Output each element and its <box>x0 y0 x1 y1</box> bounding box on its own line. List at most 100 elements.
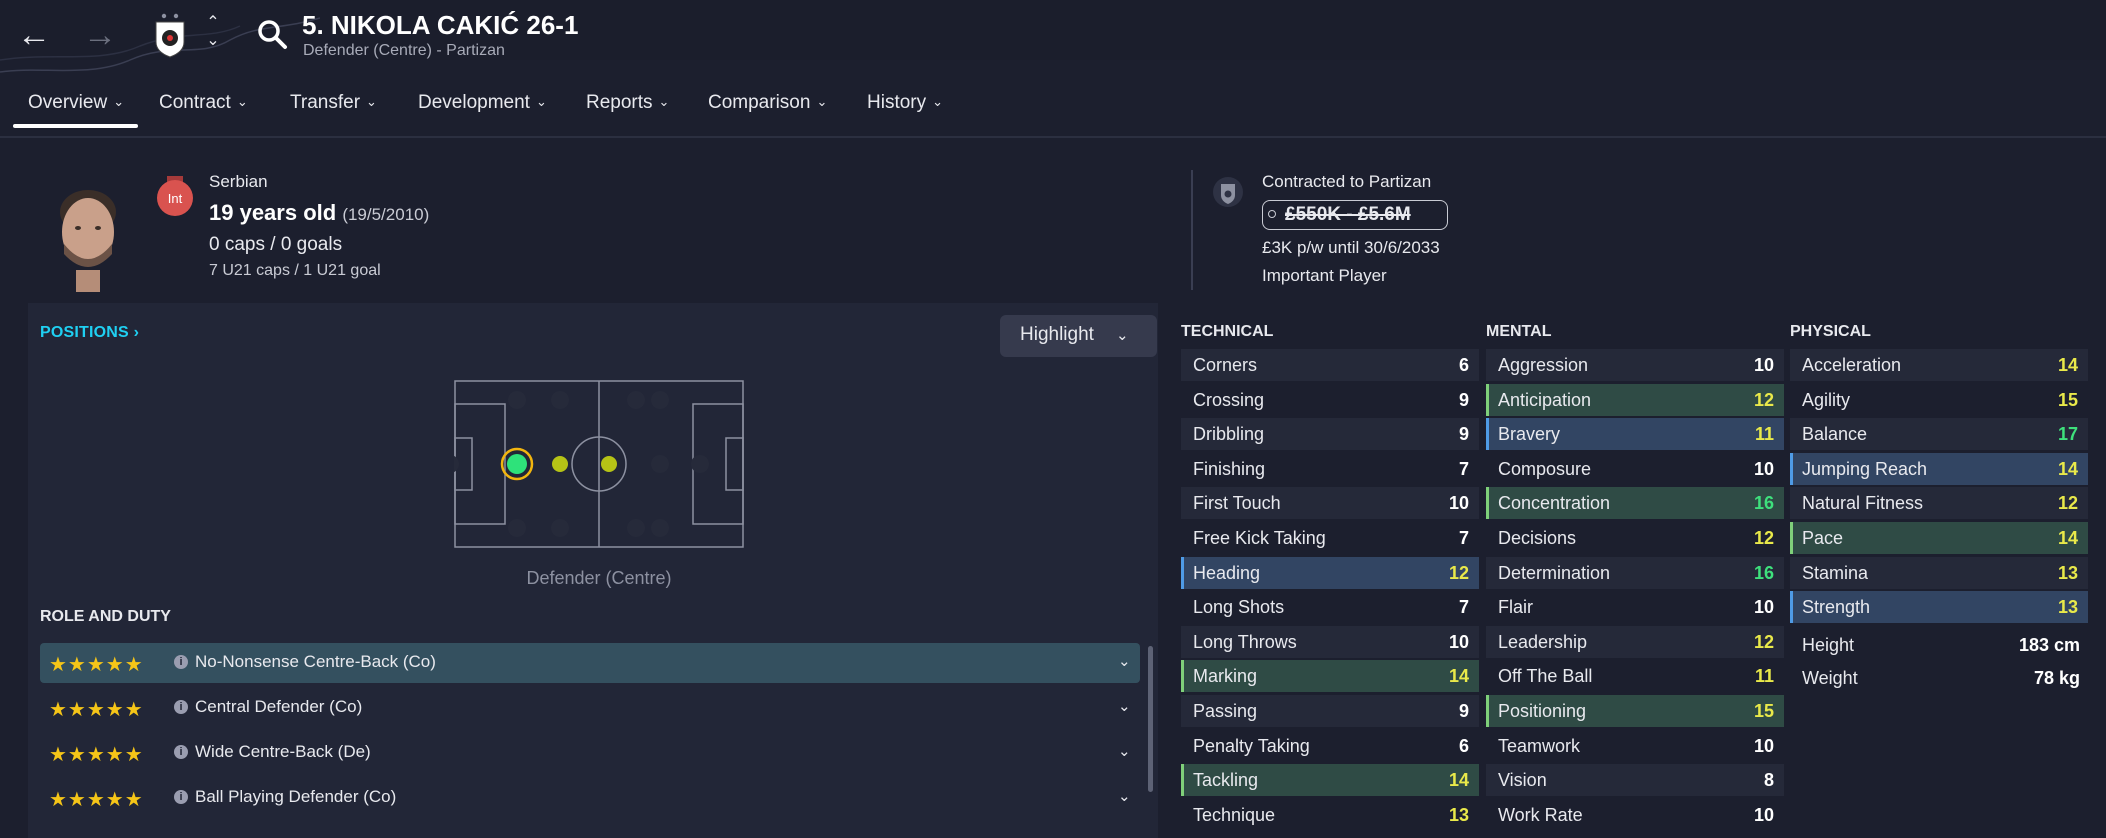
attribute-row-heading[interactable]: Heading 12 <box>1181 556 1479 589</box>
attribute-value: 14 <box>2057 528 2078 548</box>
attribute-value: 10 <box>1753 597 1774 618</box>
attribute-value: 17 <box>2057 424 2078 445</box>
attribute-value: 15 <box>1753 701 1774 721</box>
tab-transfer[interactable]: Transfer ⌄ <box>290 92 377 114</box>
attribute-value: 10 <box>1448 631 1469 652</box>
attribute-row-crossing[interactable]: Crossing 9 <box>1181 384 1479 416</box>
attribute-row-strength[interactable]: Strength 13 <box>1790 591 2088 624</box>
attribute-name: Flair <box>1498 597 1533 618</box>
info-icon[interactable]: i <box>174 745 188 759</box>
attribute-row-marking[interactable]: Marking 14 <box>1181 660 1479 693</box>
attribute-row-long-throws[interactable]: Long Throws 10 <box>1181 625 1479 658</box>
chevron-down-icon: ⌄ <box>816 94 828 109</box>
highlight-dropdown[interactable]: Highlight ⌄ <box>1000 315 1157 357</box>
attribute-row-anticipation[interactable]: Anticipation 12 <box>1486 383 1784 416</box>
age: 19 years old <box>209 200 337 225</box>
attribute-row-jumping-reach[interactable]: Jumping Reach 14 <box>1790 452 2088 485</box>
nationality: Serbian <box>209 172 268 191</box>
role-row[interactable]: ★★★★★ i Central Defender (Co) ⌄ <box>40 688 1140 728</box>
height-label: Height <box>1802 635 1855 655</box>
attribute-value: 10 <box>1448 493 1469 514</box>
weight-label: Weight <box>1802 668 1858 688</box>
attribute-row-stamina[interactable]: Stamina 13 <box>1790 556 2088 589</box>
attribute-name: Composure <box>1498 458 1592 479</box>
attribute-value: 14 <box>2057 355 2078 375</box>
chevron-down-icon[interactable]: ⌄ <box>1118 697 1131 715</box>
chevron-down-icon[interactable]: ⌄ <box>1118 652 1131 670</box>
forward-arrow-icon[interactable]: → <box>80 16 120 56</box>
squad-status: Important Player <box>1262 266 1387 285</box>
attribute-name: Finishing <box>1193 458 1266 479</box>
attribute-row-determination[interactable]: Determination 16 <box>1486 556 1784 589</box>
info-icon[interactable]: i <box>174 700 188 714</box>
attribute-row-bravery[interactable]: Bravery 11 <box>1486 418 1784 451</box>
chevron-down-icon[interactable]: ⌄ <box>1118 787 1131 805</box>
role-row[interactable]: ★★★★★ i Ball Playing Defender (Co) ⌄ <box>40 778 1140 818</box>
attribute-value: 9 <box>1458 424 1469 445</box>
role-rating-stars: ★★★★★ <box>49 744 144 766</box>
attribute-row-technique[interactable]: Technique 13 <box>1181 799 1479 831</box>
tab-comparison[interactable]: Comparison ⌄ <box>708 92 827 114</box>
attribute-row-passing[interactable]: Passing 9 <box>1181 695 1479 727</box>
tab-bar: Overview ⌄ Contract ⌄ Transfer ⌄ Developmen… <box>0 86 2106 130</box>
attribute-value: 12 <box>1753 389 1774 410</box>
attribute-name: Heading <box>1193 562 1261 583</box>
attribute-row-decisions[interactable]: Decisions 12 <box>1486 522 1784 554</box>
attribute-row-aggression[interactable]: Aggression 10 <box>1486 349 1784 381</box>
physical-title: PHYSICAL <box>1790 323 1871 340</box>
profile-divider <box>1191 170 1193 290</box>
attribute-row-corners[interactable]: Corners 6 <box>1181 349 1479 381</box>
tab-contract[interactable]: Contract ⌄ <box>159 92 248 114</box>
attribute-value: 10 <box>1753 735 1774 756</box>
back-arrow-icon[interactable]: ← <box>14 16 54 56</box>
attribute-name: Tackling <box>1193 770 1259 791</box>
info-icon[interactable]: i <box>174 790 188 804</box>
attribute-row-balance[interactable]: Balance 17 <box>1790 418 2088 451</box>
attribute-row-concentration[interactable]: Concentration 16 <box>1486 487 1784 520</box>
attribute-row-long-shots[interactable]: Long Shots 7 <box>1181 591 1479 623</box>
tab-overview[interactable]: Overview ⌄ <box>28 92 124 114</box>
attribute-name: Pace <box>1802 528 1844 548</box>
attribute-row-agility[interactable]: Agility 15 <box>1790 384 2088 416</box>
attribute-row-dribbling[interactable]: Dribbling 9 <box>1181 418 1479 451</box>
tab-reports[interactable]: Reports ⌄ <box>586 92 669 114</box>
search-icon[interactable] <box>256 18 288 50</box>
attribute-row-vision[interactable]: Vision 8 <box>1486 764 1784 797</box>
attribute-row-off-the-ball[interactable]: Off The Ball 11 <box>1486 660 1784 692</box>
attribute-row-teamwork[interactable]: Teamwork 10 <box>1486 730 1784 762</box>
player-switch-updown-icon[interactable]: ⌃ ⌄ <box>202 14 224 54</box>
attribute-row-pace[interactable]: Pace 14 <box>1790 522 2088 554</box>
tab-development[interactable]: Development ⌄ <box>418 92 547 114</box>
attribute-row-finishing[interactable]: Finishing 7 <box>1181 453 1479 485</box>
positions-link[interactable]: POSITIONS › <box>40 324 139 342</box>
info-icon[interactable]: i <box>174 655 188 669</box>
tab-history[interactable]: History ⌄ <box>867 92 943 114</box>
attribute-value: 7 <box>1458 458 1469 479</box>
role-row[interactable]: ★★★★★ i Wide Centre-Back (De) ⌄ <box>40 733 1140 773</box>
player-title: 5. NIKOLA CAKIĆ 26-1 <box>302 10 579 40</box>
attribute-row-free-kick-taking[interactable]: Free Kick Taking 7 <box>1181 522 1479 554</box>
attribute-row-tackling[interactable]: Tackling 14 <box>1181 764 1479 797</box>
attribute-row-composure[interactable]: Composure 10 <box>1486 453 1784 485</box>
player-avatar <box>60 190 116 292</box>
attribute-row-leadership[interactable]: Leadership 12 <box>1486 625 1784 658</box>
attribute-name: Free Kick Taking <box>1193 528 1326 548</box>
attribute-name: Long Throws <box>1193 631 1297 652</box>
attribute-name: Penalty Taking <box>1193 735 1310 756</box>
attribute-row-work-rate[interactable]: Work Rate 10 <box>1486 799 1784 831</box>
roles-scrollbar[interactable] <box>1148 646 1153 792</box>
attribute-value: 16 <box>1753 562 1774 583</box>
attribute-row-positioning[interactable]: Positioning 15 <box>1486 695 1784 727</box>
chevron-down-icon[interactable]: ⌄ <box>1118 742 1131 760</box>
attribute-row-acceleration[interactable]: Acceleration 14 <box>1790 349 2088 381</box>
attribute-row-flair[interactable]: Flair 10 <box>1486 591 1784 623</box>
header-divider <box>0 136 2106 138</box>
club-badge-icon <box>155 13 185 58</box>
attribute-value: 13 <box>1448 804 1469 825</box>
attribute-value: 7 <box>1458 597 1469 618</box>
attribute-name: Bravery <box>1498 424 1561 445</box>
role-row[interactable]: ★★★★★ i No-Nonsense Centre-Back (Co) ⌄ <box>40 643 1140 683</box>
attribute-row-first-touch[interactable]: First Touch 10 <box>1181 487 1479 520</box>
attribute-row-penalty-taking[interactable]: Penalty Taking 6 <box>1181 730 1479 762</box>
attribute-row-natural-fitness[interactable]: Natural Fitness 12 <box>1790 487 2088 520</box>
